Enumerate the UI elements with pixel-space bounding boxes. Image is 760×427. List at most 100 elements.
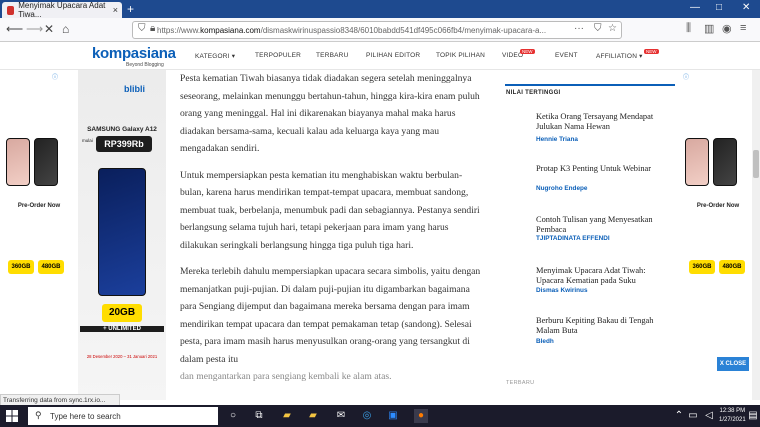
article-thumbnail	[505, 264, 529, 288]
promo-360gb: 360GB	[689, 260, 715, 274]
article-paragraph-faded: dan mengantarkan para sengiang kembali k…	[180, 371, 392, 382]
back-arrow-icon[interactable]: ⟵	[6, 22, 23, 36]
sidebar-article-title[interactable]: Menyimak Upacara Adat Tiwah: Upacara Kem…	[536, 266, 671, 286]
sidebar-article[interactable]: Protap K3 Penting Untuk Webinar Nugroho …	[505, 162, 675, 204]
sidebar-article[interactable]: Contoh Tulisan yang Menyesatkan Pembaca …	[505, 213, 675, 255]
tab-title: Menyimak Upacara Adat Tiwa...	[18, 1, 106, 19]
url-domain: kompasiana.com	[200, 25, 261, 35]
ad-info-icon[interactable]: ⓘ	[683, 72, 689, 81]
sidebar-article-author[interactable]: Nugroho Endepe	[536, 185, 587, 192]
sidebar-article[interactable]: Berburu Kepiting Bakau di Tengah Malam B…	[505, 314, 675, 356]
menu-icon[interactable]: ≡	[740, 22, 746, 34]
window-maximize-button[interactable]: □	[716, 2, 722, 13]
blibli-logo: blibli	[124, 84, 145, 94]
browser-toolbar: ⟵ ⟶ ✕ ⌂ https://www. kompasiana.com/disma…	[0, 18, 760, 42]
article-paragraph: Mereka terlebih dahulu mempersiapkan upa…	[180, 266, 481, 365]
nav-pilihan-editor[interactable]: PILIHAN EDITOR	[366, 52, 420, 59]
sidebar-article-title[interactable]: Berburu Kepiting Bakau di Tengah Malam B…	[536, 316, 671, 336]
lock-icon[interactable]: 🔒︎	[150, 23, 155, 34]
notifications-icon[interactable]: ▤	[748, 409, 758, 423]
ad-phone-name: SAMSUNG Galaxy A12	[87, 126, 157, 133]
page-actions-icon[interactable]: ···	[574, 23, 584, 34]
site-header: kompasiana Beyond Blogging KATEGORI ▾ TE…	[0, 42, 760, 70]
ad-promo-dates: 28 Desember 2020 – 31 Januari 2021	[86, 354, 158, 359]
sidebar-heading: NILAI TERTINGGI	[506, 90, 561, 96]
zoom-icon[interactable]: ▣	[386, 409, 400, 423]
window-minimize-button[interactable]: —	[690, 2, 700, 13]
tab-active[interactable]: Menyimak Upacara Adat Tiwa... ×	[2, 1, 122, 19]
home-icon[interactable]: ⌂	[62, 22, 69, 36]
tab-close-icon[interactable]: ×	[113, 5, 118, 15]
promo-480gb: 480GB	[719, 260, 745, 274]
kompasiana-logo[interactable]: kompasiana	[92, 45, 176, 62]
volume-icon[interactable]: ◁	[702, 409, 716, 423]
sidebar-article[interactable]: Ketika Orang Tersayang Mendapat Julukan …	[505, 110, 675, 152]
main-banner-ad[interactable]: blibli SAMSUNG Galaxy A12 mulai RP399Rb …	[78, 70, 166, 400]
sidebar-article[interactable]: Menyimak Upacara Adat Tiwah: Upacara Kem…	[505, 264, 675, 306]
sidebar-article-title[interactable]: Contoh Tulisan yang Menyesatkan Pembaca	[536, 215, 671, 235]
article-paragraph: Untuk mempersiapkan pesta kematian itu m…	[180, 169, 480, 251]
affiliation-new-badge: NEW	[644, 49, 659, 54]
edge-icon[interactable]: ◎	[360, 409, 374, 423]
tray-chevron-icon[interactable]: ⌃	[672, 409, 686, 423]
sidebar-article-author[interactable]: TJIPTADINATA EFFENDI	[536, 235, 610, 242]
sidebar-divider	[505, 84, 675, 86]
stop-icon[interactable]: ✕	[44, 22, 54, 36]
phone-image	[34, 138, 58, 186]
cortana-icon[interactable]: ○	[226, 409, 240, 423]
folder-icon[interactable]: ▰	[306, 409, 320, 423]
windows-start-icon[interactable]	[6, 410, 18, 422]
network-icon[interactable]: ▭	[686, 409, 700, 423]
library-icon[interactable]: ⫼	[686, 22, 691, 35]
nav-terpopuler[interactable]: TERPOPULER	[255, 52, 301, 59]
sidebar-icon[interactable]: ▥	[704, 22, 714, 35]
mail-icon[interactable]: ✉	[334, 409, 348, 423]
sidebar-article-title[interactable]: Ketika Orang Tersayang Mendapat Julukan …	[536, 112, 671, 132]
ad-info-icon[interactable]: ⓘ	[52, 72, 58, 81]
search-placeholder: Type here to search	[50, 411, 121, 421]
article-thumbnail	[505, 314, 529, 338]
right-banner-ad[interactable]: ⓘ Pre-Order Now 360GB 480GB	[683, 70, 760, 400]
ad-preorder-text: Pre-Order Now	[17, 203, 61, 209]
scrollbar-thumb[interactable]	[753, 150, 759, 178]
video-new-badge: NEW	[520, 49, 535, 54]
phone-image	[6, 138, 30, 186]
ad-unlimited: + UNLIMITED	[80, 326, 164, 332]
promo-480gb: 480GB	[38, 260, 64, 274]
bookmark-star-icon[interactable]: ☆	[608, 23, 617, 34]
browser-tab-strip: Menyimak Upacara Adat Tiwa... × + — □ ✕	[0, 0, 760, 19]
nav-terbaru[interactable]: TERBARU	[316, 52, 348, 59]
file-explorer-icon[interactable]: ▰	[280, 409, 294, 423]
firefox-icon[interactable]: ●	[414, 409, 428, 423]
taskbar-search-input[interactable]: ⚲ Type here to search	[28, 407, 218, 425]
page-scrollbar[interactable]	[752, 70, 760, 400]
sidebar-article-author[interactable]: Dismas Kwirinus	[536, 287, 588, 294]
sidebar-article-title[interactable]: Protap K3 Penting Untuk Webinar	[536, 164, 671, 174]
nav-topik-pilihan[interactable]: TOPIK PILIHAN	[436, 52, 485, 59]
close-ad-button[interactable]: X CLOSE	[717, 357, 749, 371]
nav-affiliation[interactable]: AFFILIATION ▾	[596, 52, 643, 60]
article-thumbnail	[505, 110, 529, 134]
nav-kategori[interactable]: KATEGORI ▾	[195, 52, 235, 60]
forward-arrow-icon[interactable]: ⟶	[26, 22, 43, 36]
url-path: /dismaskwirinuspassio8348/6010babdd541df…	[260, 25, 547, 35]
shield-icon[interactable]: ⛉	[138, 23, 146, 34]
galaxy-phone-image	[98, 168, 146, 296]
ad-data-badge: 20GB	[102, 304, 142, 322]
window-close-button[interactable]: ✕	[742, 2, 750, 13]
search-icon: ⚲	[35, 410, 42, 420]
left-banner-ad[interactable]: ⓘ Pre-Order Now 360GB 480GB	[0, 70, 78, 400]
sidebar-article-author[interactable]: Bledh	[536, 338, 554, 345]
account-icon[interactable]: ◉	[722, 22, 732, 35]
pocket-icon[interactable]: ⛉	[594, 23, 602, 34]
task-view-icon[interactable]: ⧉	[252, 409, 266, 423]
ad-preorder-text: Pre-Order Now	[696, 203, 740, 209]
nav-event[interactable]: EVENT	[555, 52, 578, 59]
clock-time: 12:38 PM	[719, 408, 746, 414]
sidebar-article-author[interactable]: Hennie Triana	[536, 136, 578, 143]
taskbar-clock[interactable]: 12:38 PM 1/27/2021	[719, 407, 746, 425]
ad-price-prefix: mulai	[82, 138, 93, 143]
sidebar-top-rated: NILAI TERTINGGI Ketika Orang Tersayang M…	[505, 70, 675, 400]
new-tab-button[interactable]: +	[127, 2, 134, 16]
address-bar[interactable]: https://www. kompasiana.com/dismaskwirinu…	[132, 21, 622, 39]
